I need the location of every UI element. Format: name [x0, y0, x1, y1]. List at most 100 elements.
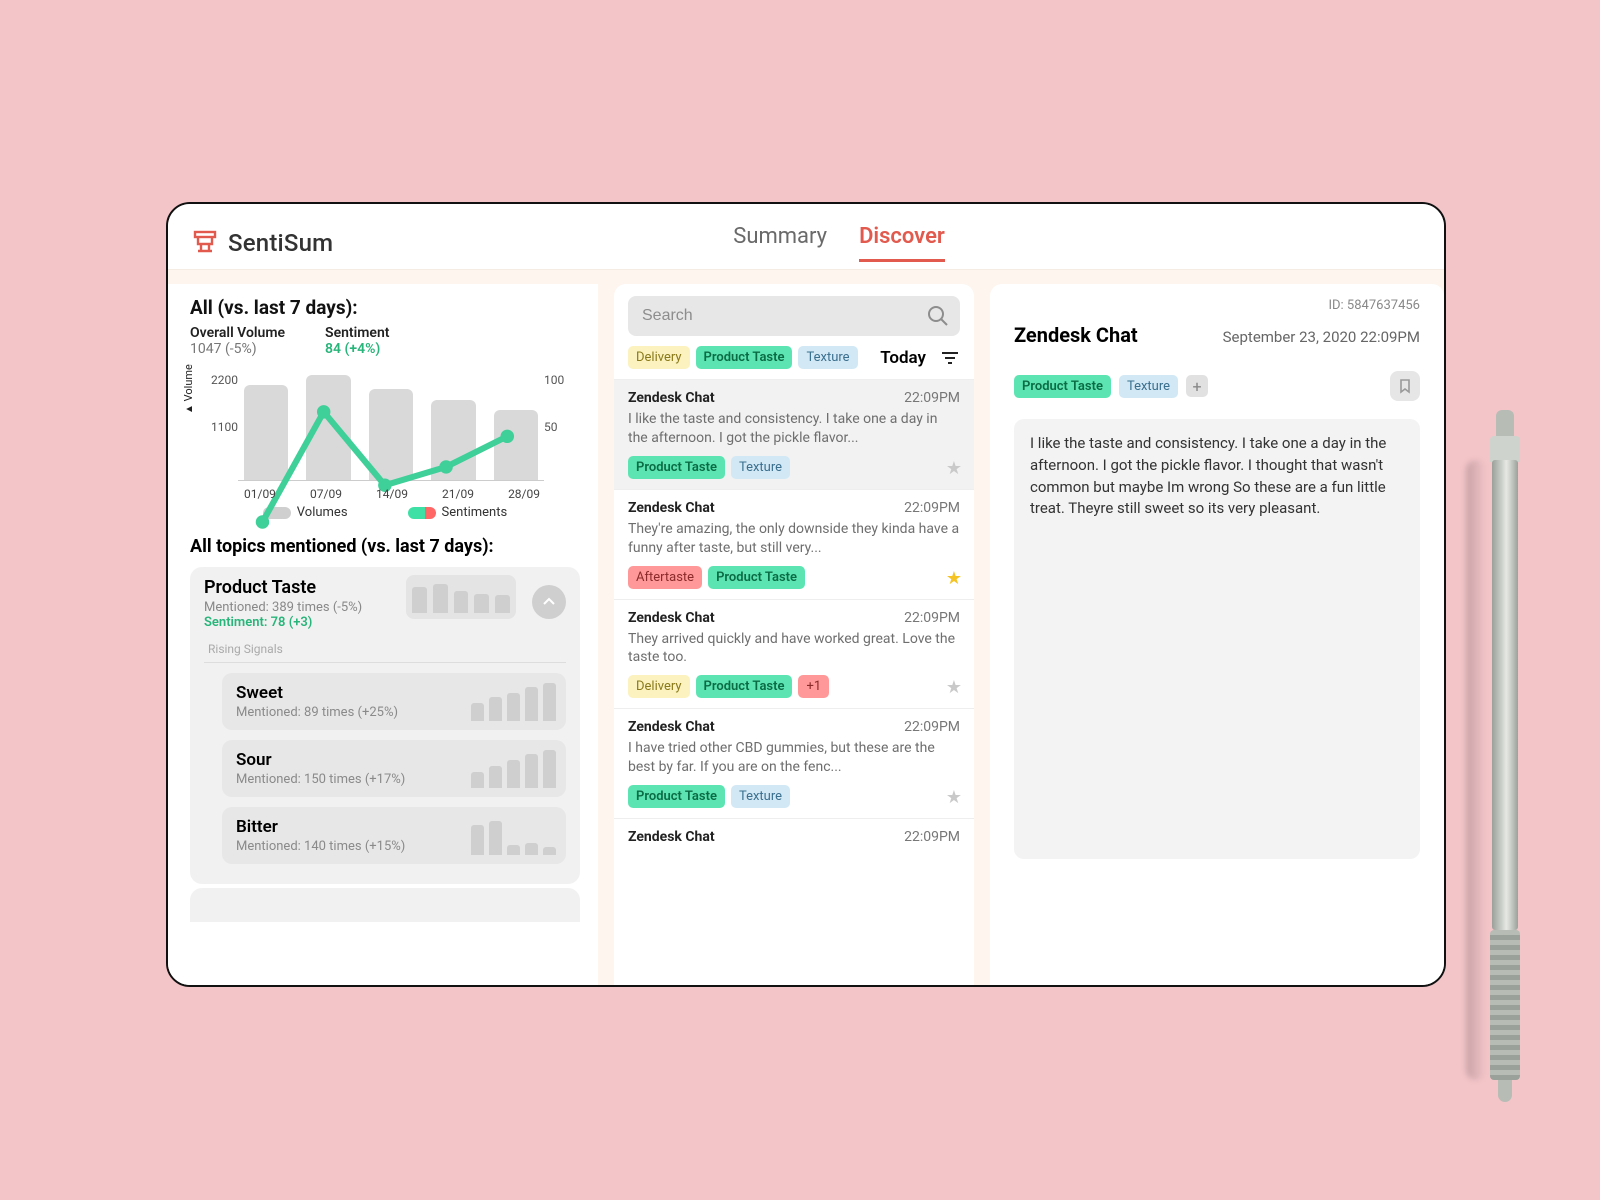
pen-prop: [1484, 390, 1526, 1110]
brand-logo-icon: [190, 228, 220, 258]
feed-item[interactable]: Zendesk Chat 22:09PM They're amazing, the…: [614, 489, 974, 599]
feed-item-tags: Delivery Product Taste +1: [628, 675, 960, 698]
search-wrap: [628, 296, 960, 336]
star-icon[interactable]: ★: [946, 677, 962, 698]
tag-aftertaste[interactable]: Aftertaste: [628, 566, 702, 589]
tag-texture[interactable]: Texture: [1119, 375, 1178, 398]
metric-sentiment: Sentiment 84 (+4%): [325, 325, 389, 357]
feed-item-snippet: I like the taste and consistency. I take…: [628, 410, 960, 448]
content-band: All (vs. last 7 days): Overall Volume 10…: [168, 270, 1444, 985]
signal-card[interactable]: Bitter Mentioned: 140 times (+15%): [222, 807, 566, 864]
tag-delivery[interactable]: Delivery: [628, 675, 690, 698]
feed-item-time: 22:09PM: [904, 390, 960, 406]
filter-chip-delivery[interactable]: Delivery: [628, 346, 690, 369]
feed-item[interactable]: Zendesk Chat 22:09PM I have tried other C…: [614, 708, 974, 818]
feed-panel: Delivery Product Taste Texture Today Zen…: [614, 284, 974, 985]
y-right-top: 100: [544, 373, 564, 387]
tag-product-taste[interactable]: Product Taste: [628, 456, 725, 479]
tag-texture[interactable]: Texture: [731, 785, 790, 808]
detail-id: ID: 5847637456: [1014, 298, 1420, 313]
detail-header: Zendesk Chat September 23, 2020 22:09PM: [1014, 323, 1420, 347]
overview-chart: ▲ Volume 2200 1100: [190, 369, 580, 499]
feed-item-time: 22:09PM: [904, 829, 960, 845]
feed-list: Zendesk Chat 22:09PM I like the taste and…: [614, 379, 974, 855]
star-icon[interactable]: ★: [946, 568, 962, 589]
feed-item-source: Zendesk Chat: [628, 610, 715, 626]
metric-volume-value: 1047 (-5%): [190, 341, 285, 357]
feed-item-snippet: They arrived quickly and have worked gre…: [628, 630, 960, 668]
bookmark-button[interactable]: [1390, 371, 1420, 401]
feed-item[interactable]: Zendesk Chat 22:09PM: [614, 818, 974, 855]
tag-product-taste[interactable]: Product Taste: [1014, 375, 1111, 398]
date-filter-label[interactable]: Today: [880, 348, 926, 368]
tag-more-count[interactable]: +1: [798, 675, 829, 698]
metric-sentiment-value: 84 (+4%): [325, 341, 389, 357]
search-input[interactable]: [628, 296, 960, 336]
chevron-up-icon: [541, 594, 557, 610]
signal-mini-chart: [471, 681, 556, 721]
tab-summary[interactable]: Summary: [733, 224, 827, 262]
filter-chip-texture[interactable]: Texture: [798, 346, 857, 369]
detail-panel: ID: 5847637456 Zendesk Chat September 23…: [990, 284, 1444, 985]
tag-product-taste[interactable]: Product Taste: [628, 785, 725, 808]
feed-item-tags: Product Taste Texture: [628, 785, 960, 808]
feed-item-source: Zendesk Chat: [628, 829, 715, 845]
topic-card[interactable]: Product Taste Mentioned: 389 times (-5%)…: [190, 567, 580, 884]
feed-item-tags: Product Taste Texture: [628, 456, 960, 479]
bookmark-icon: [1397, 378, 1413, 394]
filter-chip-taste[interactable]: Product Taste: [696, 346, 793, 369]
add-tag-button[interactable]: +: [1186, 375, 1208, 397]
tag-product-taste[interactable]: Product Taste: [708, 566, 805, 589]
filter-row: Delivery Product Taste Texture Today: [628, 346, 960, 369]
metric-sentiment-label: Sentiment: [325, 325, 389, 341]
search-icon: [926, 304, 950, 328]
chart-area: [238, 369, 544, 481]
metrics-row: Overall Volume 1047 (-5%) Sentiment 84 (…: [190, 325, 580, 357]
metric-volume-label: Overall Volume: [190, 325, 285, 341]
tab-discover[interactable]: Discover: [859, 224, 945, 262]
detail-date: September 23, 2020 22:09PM: [1223, 328, 1420, 346]
feed-item-source: Zendesk Chat: [628, 390, 715, 406]
brand: SentiSum: [190, 228, 333, 258]
star-icon[interactable]: ★: [946, 787, 962, 808]
overview-heading: All (vs. last 7 days):: [190, 296, 580, 319]
main-tabs: Summary Discover: [733, 224, 945, 262]
tag-product-taste[interactable]: Product Taste: [696, 675, 793, 698]
detail-title: Zendesk Chat: [1014, 323, 1138, 347]
feed-item-snippet: I have tried other CBD gummies, but thes…: [628, 739, 960, 777]
detail-tags: Product Taste Texture +: [1014, 371, 1420, 401]
y-axis-right: 100 50: [544, 369, 580, 499]
star-icon[interactable]: ★: [946, 458, 962, 479]
filter-icon[interactable]: [940, 348, 960, 368]
y-left-mid: 1100: [211, 420, 238, 434]
feed-item-time: 22:09PM: [904, 719, 960, 735]
app-header: SentiSum Summary Discover: [168, 204, 1444, 270]
signal-card[interactable]: Sweet Mentioned: 89 times (+25%): [222, 673, 566, 730]
y-left-top: 2200: [211, 373, 238, 387]
y-axis-left: 2200 1100: [190, 369, 238, 499]
feed-item[interactable]: Zendesk Chat 22:09PM I like the taste and…: [614, 379, 974, 489]
collapse-topic-button[interactable]: [532, 585, 566, 619]
app-window: SentiSum Summary Discover All (vs. last …: [166, 202, 1446, 987]
y-right-mid: 50: [544, 420, 558, 434]
feed-item-time: 22:09PM: [904, 500, 960, 516]
signal-mini-chart: [471, 748, 556, 788]
topic-mini-chart: [406, 575, 516, 619]
feed-item-tags: Aftertaste Product Taste: [628, 566, 960, 589]
feed-item-time: 22:09PM: [904, 610, 960, 626]
signal-mini-chart: [471, 815, 556, 855]
feed-item-snippet: They're amazing, the only downside they …: [628, 520, 960, 558]
feed-item[interactable]: Zendesk Chat 22:09PM They arrived quickly…: [614, 599, 974, 709]
feed-item-source: Zendesk Chat: [628, 500, 715, 516]
overview-panel: All (vs. last 7 days): Overall Volume 10…: [168, 284, 598, 985]
topic-card-truncated[interactable]: [190, 888, 580, 922]
feed-item-source: Zendesk Chat: [628, 719, 715, 735]
tag-texture[interactable]: Texture: [731, 456, 790, 479]
metric-volume: Overall Volume 1047 (-5%): [190, 325, 285, 357]
signal-card[interactable]: Sour Mentioned: 150 times (+17%): [222, 740, 566, 797]
brand-name: SentiSum: [228, 229, 333, 257]
detail-body: I like the taste and consistency. I take…: [1014, 419, 1420, 859]
rising-signals-label: Rising Signals: [208, 642, 566, 656]
axis-label-volume: ▲ Volume: [182, 364, 195, 414]
x-axis-labels: 01/0907/0914/0921/0928/09: [244, 487, 540, 501]
